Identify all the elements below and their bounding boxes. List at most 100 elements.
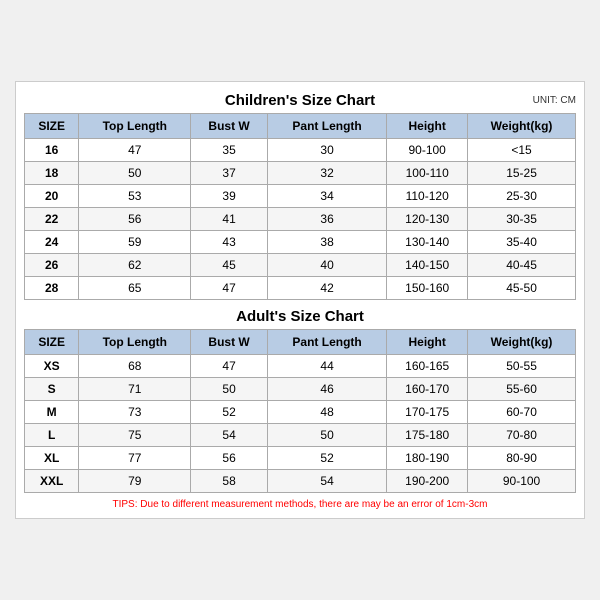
table-cell: <15: [468, 139, 576, 162]
table-cell: M: [25, 401, 79, 424]
table-cell: 28: [25, 277, 79, 300]
table-cell: 47: [191, 355, 268, 378]
table-cell: 42: [267, 277, 386, 300]
adult-title-row: Adult's Size Chart: [24, 308, 576, 325]
table-row: S715046160-17055-60: [25, 378, 576, 401]
table-cell: 25-30: [468, 185, 576, 208]
table-cell: 44: [267, 355, 386, 378]
table-cell: 56: [79, 208, 191, 231]
col-header-bust-w: Bust W: [191, 114, 268, 139]
table-cell: 34: [267, 185, 386, 208]
table-cell: 41: [191, 208, 268, 231]
table-cell: 60-70: [468, 401, 576, 424]
adult-title: Adult's Size Chart: [236, 308, 364, 325]
adult-table: SIZE Top Length Bust W Pant Length Heigh…: [24, 329, 576, 493]
adult-col-pant-length: Pant Length: [267, 330, 386, 355]
col-header-top-length: Top Length: [79, 114, 191, 139]
table-cell: 38: [267, 231, 386, 254]
table-cell: 20: [25, 185, 79, 208]
table-cell: 37: [191, 162, 268, 185]
adult-col-bust-w: Bust W: [191, 330, 268, 355]
children-title: Children's Size Chart: [225, 92, 375, 109]
table-cell: 77: [79, 447, 191, 470]
col-header-weight: Weight(kg): [468, 114, 576, 139]
children-table: SIZE Top Length Bust W Pant Length Heigh…: [24, 113, 576, 300]
table-row: L755450175-18070-80: [25, 424, 576, 447]
table-cell: 46: [267, 378, 386, 401]
table-cell: 160-170: [387, 378, 468, 401]
table-row: 1647353090-100<15: [25, 139, 576, 162]
adult-col-size: SIZE: [25, 330, 79, 355]
table-cell: 40-45: [468, 254, 576, 277]
table-cell: 140-150: [387, 254, 468, 277]
table-cell: 56: [191, 447, 268, 470]
table-cell: 65: [79, 277, 191, 300]
adult-col-weight: Weight(kg): [468, 330, 576, 355]
col-header-pant-length: Pant Length: [267, 114, 386, 139]
table-cell: 54: [267, 470, 386, 493]
table-cell: 48: [267, 401, 386, 424]
table-cell: S: [25, 378, 79, 401]
table-cell: 50-55: [468, 355, 576, 378]
children-title-row: Children's Size Chart UNIT: CM: [24, 92, 576, 109]
table-cell: 24: [25, 231, 79, 254]
table-cell: 73: [79, 401, 191, 424]
table-cell: 180-190: [387, 447, 468, 470]
table-cell: 71: [79, 378, 191, 401]
table-cell: 110-120: [387, 185, 468, 208]
table-cell: 15-25: [468, 162, 576, 185]
table-cell: 40: [267, 254, 386, 277]
table-cell: 53: [79, 185, 191, 208]
table-cell: 90-100: [468, 470, 576, 493]
table-cell: 32: [267, 162, 386, 185]
col-header-size: SIZE: [25, 114, 79, 139]
table-cell: 175-180: [387, 424, 468, 447]
table-cell: 30: [267, 139, 386, 162]
table-cell: 39: [191, 185, 268, 208]
tips-text: TIPS: Due to different measurement metho…: [24, 499, 576, 510]
table-cell: XS: [25, 355, 79, 378]
table-cell: 16: [25, 139, 79, 162]
table-cell: 30-35: [468, 208, 576, 231]
table-cell: 55-60: [468, 378, 576, 401]
table-row: 28654742150-16045-50: [25, 277, 576, 300]
table-cell: 80-90: [468, 447, 576, 470]
table-cell: XXL: [25, 470, 79, 493]
table-row: XL775652180-19080-90: [25, 447, 576, 470]
adult-col-top-length: Top Length: [79, 330, 191, 355]
col-header-height: Height: [387, 114, 468, 139]
table-cell: 35-40: [468, 231, 576, 254]
table-cell: 52: [191, 401, 268, 424]
table-cell: 54: [191, 424, 268, 447]
table-cell: 100-110: [387, 162, 468, 185]
table-cell: 47: [79, 139, 191, 162]
table-cell: 22: [25, 208, 79, 231]
table-cell: 70-80: [468, 424, 576, 447]
table-cell: 75: [79, 424, 191, 447]
table-cell: 150-160: [387, 277, 468, 300]
table-cell: 36: [267, 208, 386, 231]
table-row: 18503732100-11015-25: [25, 162, 576, 185]
table-cell: 35: [191, 139, 268, 162]
table-cell: 59: [79, 231, 191, 254]
table-cell: L: [25, 424, 79, 447]
table-cell: 47: [191, 277, 268, 300]
table-cell: XL: [25, 447, 79, 470]
table-cell: 26: [25, 254, 79, 277]
table-cell: 43: [191, 231, 268, 254]
table-row: 22564136120-13030-35: [25, 208, 576, 231]
table-cell: 18: [25, 162, 79, 185]
unit-label: UNIT: CM: [533, 95, 576, 106]
table-cell: 50: [79, 162, 191, 185]
table-row: 24594338130-14035-40: [25, 231, 576, 254]
table-cell: 50: [191, 378, 268, 401]
table-row: 20533934110-12025-30: [25, 185, 576, 208]
table-cell: 58: [191, 470, 268, 493]
table-cell: 45: [191, 254, 268, 277]
table-cell: 120-130: [387, 208, 468, 231]
table-cell: 90-100: [387, 139, 468, 162]
table-cell: 50: [267, 424, 386, 447]
table-cell: 130-140: [387, 231, 468, 254]
table-cell: 160-165: [387, 355, 468, 378]
adult-col-height: Height: [387, 330, 468, 355]
